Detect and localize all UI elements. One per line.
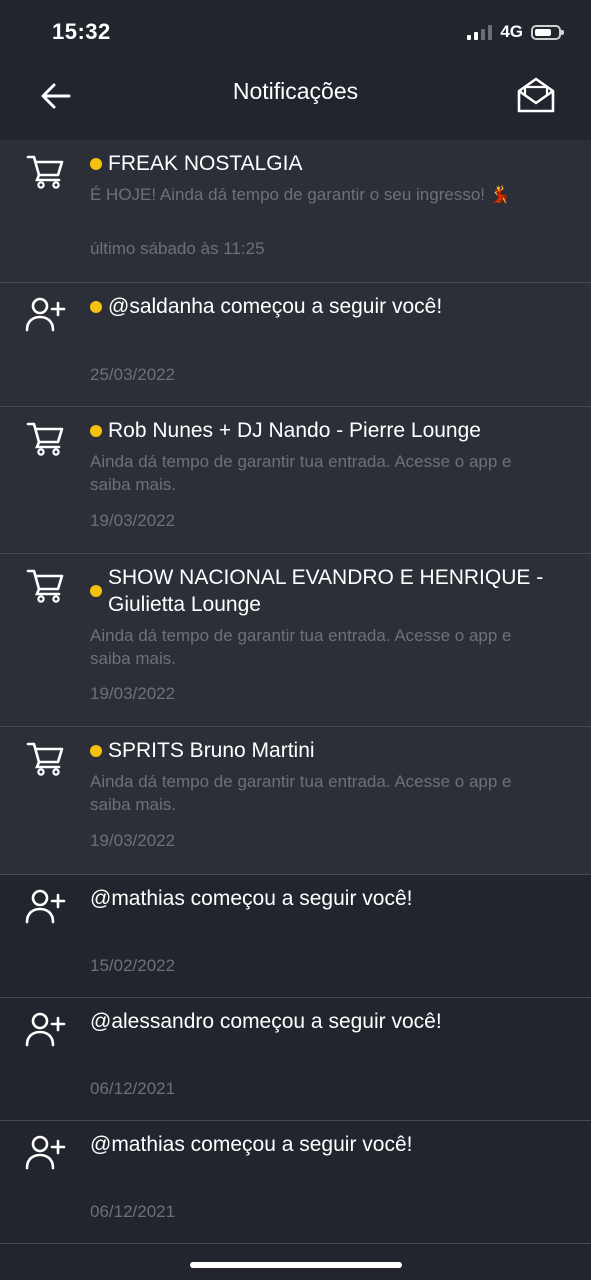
notification-title: @saldanha começou a seguir você! — [108, 295, 443, 318]
notification-title: Rob Nunes + DJ Nando - Pierre Lounge — [108, 419, 481, 442]
unread-dot — [90, 744, 102, 757]
unread-dot — [90, 157, 102, 170]
nav-bar: Notificações — [0, 64, 591, 126]
notification-item[interactable]: @saldanha começou a seguir você! 25/03/2… — [0, 283, 591, 407]
status-indicators: 4G — [467, 22, 564, 42]
cart-icon — [24, 566, 66, 604]
notification-title: SPRITS Bruno Martini — [108, 739, 315, 762]
notification-date: último sábado às 11:25 — [90, 239, 265, 258]
notification-item[interactable]: SHOW NACIONAL EVANDRO E HENRIQUE - Giuli… — [0, 554, 591, 727]
notification-item[interactable]: @alessandro começou a seguir você! 06/12… — [0, 998, 591, 1121]
notification-date: 19/03/2022 — [90, 684, 176, 703]
unread-dot — [90, 585, 102, 597]
notification-item[interactable]: Rob Nunes + DJ Nando - Pierre Lounge Ain… — [0, 407, 591, 554]
notification-item[interactable]: FREAK NOSTALGIA É HOJE! Ainda dá tempo d… — [0, 140, 591, 283]
notification-title: SHOW NACIONAL EVANDRO E HENRIQUE - Giuli… — [108, 566, 544, 616]
notification-description: Ainda dá tempo de garantir tua entrada. … — [90, 626, 512, 668]
notification-title: FREAK NOSTALGIA — [108, 152, 303, 175]
signal-icon — [467, 24, 493, 40]
status-bar: 15:32 4G — [0, 0, 591, 64]
user-plus-icon — [24, 1133, 66, 1171]
notification-list: FREAK NOSTALGIA É HOJE! Ainda dá tempo d… — [0, 140, 591, 1244]
home-indicator[interactable] — [190, 1262, 402, 1268]
notification-date: 15/02/2022 — [90, 956, 176, 975]
mail-open-icon — [517, 77, 555, 113]
battery-icon — [531, 24, 564, 40]
notification-title: @mathias começou a seguir você! — [90, 1133, 413, 1156]
notification-description: Ainda dá tempo de garantir tua entrada. … — [90, 772, 512, 814]
mark-all-read-button[interactable] — [515, 74, 557, 116]
cart-icon — [24, 739, 66, 777]
page-title: Notificações — [232, 78, 359, 104]
notification-item[interactable]: @mathias começou a seguir você! 15/02/20… — [0, 875, 591, 998]
notification-title: @mathias começou a seguir você! — [90, 887, 413, 910]
notification-description: Ainda dá tempo de garantir tua entrada. … — [90, 452, 512, 494]
notification-date: 19/03/2022 — [90, 831, 176, 850]
notification-title: @alessandro começou a seguir você! — [90, 1010, 442, 1033]
user-plus-icon — [24, 887, 66, 925]
user-plus-icon — [24, 295, 66, 333]
user-plus-icon — [24, 1010, 66, 1048]
unread-dot — [90, 424, 102, 437]
notification-date: 06/12/2021 — [90, 1202, 176, 1221]
cart-icon — [24, 419, 66, 457]
notification-description: É HOJE! Ainda dá tempo de garantir o seu… — [90, 185, 511, 204]
unread-dot — [90, 300, 102, 313]
notification-item[interactable]: SPRITS Bruno Martini Ainda dá tempo de g… — [0, 727, 591, 875]
network-label: 4G — [500, 22, 523, 41]
cart-icon — [24, 152, 66, 190]
notification-date: 19/03/2022 — [90, 511, 176, 530]
notification-item[interactable]: @mathias começou a seguir você! 06/12/20… — [0, 1121, 591, 1244]
notification-date: 06/12/2021 — [90, 1079, 176, 1098]
status-time: 15:32 — [52, 19, 111, 44]
notification-date: 25/03/2022 — [90, 365, 176, 384]
